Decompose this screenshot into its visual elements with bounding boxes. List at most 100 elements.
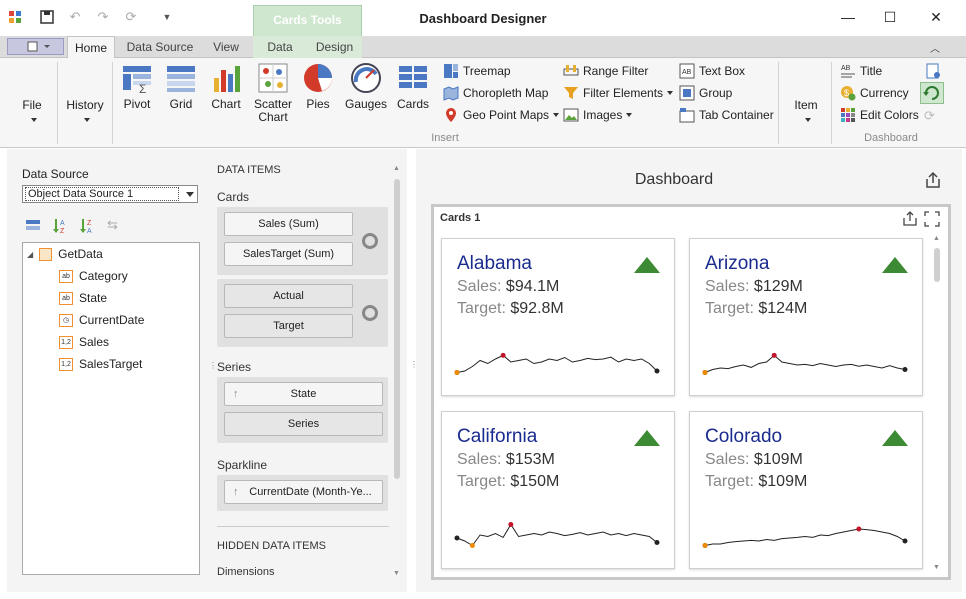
title-button[interactable]: AB Title [840,62,882,80]
card-california[interactable]: California Sales: $153M Target: $150M [441,411,675,569]
card-measure-sales[interactable]: Sales (Sum) [224,212,353,236]
dashboard-parameters-icon[interactable] [924,62,942,80]
tab-design[interactable]: Design [307,36,362,58]
svg-text:AB: AB [682,69,692,76]
text-box-button[interactable]: AB Text Box [679,62,745,80]
export-icon[interactable] [924,171,942,189]
card-alabama[interactable]: Alabama Sales: $94.1M Target: $92.8M [441,238,675,396]
svg-text:Σ: Σ [139,82,146,94]
sparkline-min-point [454,370,460,375]
file-label: File [22,98,42,112]
data-items-heading: DATA ITEMS [217,164,281,176]
maximize-button[interactable]: ☐ [878,9,902,27]
sort-ascending-icon[interactable]: AZ [52,217,72,235]
tree-field-category[interactable]: ab Category [59,266,128,286]
series-section-label: Series [217,360,252,374]
pies-button[interactable]: Pies [300,62,336,128]
refresh-field-list-icon[interactable]: ⇆ [107,217,127,235]
numeric-field-icon: 1,2 [59,357,73,371]
minimize-button[interactable]: — [836,9,860,27]
sparkline-currentdate-item[interactable]: ↑ CurrentDate (Month-Ye... [224,480,383,504]
tree-field-salestarget[interactable]: 1,2 SalesTarget [59,354,142,374]
file-menu-button[interactable] [7,38,64,55]
automatic-updates-icon[interactable] [920,82,944,104]
chart-button[interactable]: Chart [206,62,246,128]
sparkline-path [456,523,658,547]
sparkline-min-point [469,543,475,548]
card-target-placeholder[interactable]: Target [224,314,353,338]
field-list-tree[interactable]: ◢ GetData ab Category ab State ◷ CurrentDat… [22,242,200,575]
cards-scrollbar[interactable]: ▲ ▼ [932,235,942,571]
group-button[interactable]: Group [679,84,732,102]
card-state-name: California [457,426,538,447]
palette-icon [840,107,856,123]
sparkline-min-point [702,543,708,548]
pivot-icon: Σ [121,62,153,96]
sort-arrow-up-icon: ↑ [233,486,239,498]
history-label: History [66,98,104,112]
card-measure-group-2: Actual Target [217,279,388,347]
close-button[interactable]: ✕ [924,9,948,27]
sparkline-end-point [654,368,660,374]
scatter-chart-button[interactable]: Scatter Chart [250,62,296,128]
map-pin-icon [443,107,459,123]
tree-field-state[interactable]: ab State [59,288,107,308]
cards-dashboard-item[interactable]: Cards 1 ▲ ▼ Alabama Sales: $94.1M Target… [431,204,951,580]
chevron-down-icon [31,117,37,122]
item-export-icon[interactable] [902,211,918,227]
tab-container-button[interactable]: Tab Container [679,106,774,124]
chevron-down-icon [84,117,90,122]
tree-root-getdata[interactable]: ◢ GetData [27,244,103,264]
svg-text:Z: Z [87,220,92,227]
card-colorado[interactable]: Colorado Sales: $109M Target: $109M [689,411,923,569]
tree-field-currentdate[interactable]: ◷ CurrentDate [59,310,144,330]
dashboard-group-label: Dashboard [864,132,918,144]
edit-colors-button[interactable]: Edit Colors [840,106,919,124]
series-group: ↑ State Series [217,377,388,443]
data-items-scrollbar[interactable]: ▲ ▼ [393,165,401,577]
images-button[interactable]: Images [563,106,633,124]
geo-point-maps-button[interactable]: Geo Point Maps [443,106,560,124]
tree-field-sales[interactable]: 1,2 Sales [59,332,109,352]
range-filter-icon [563,63,579,79]
currency-button[interactable]: $ Currency [840,84,909,102]
series-state-item[interactable]: ↑ State [224,382,383,406]
treemap-button[interactable]: Treemap [443,62,511,80]
choropleth-map-icon [443,85,459,101]
sort-descending-icon[interactable]: ZA [79,217,99,235]
sparkline [454,522,660,548]
tab-data[interactable]: Data [253,36,307,58]
svg-text:Z: Z [60,228,65,235]
sparkline-max-point [500,352,506,358]
maximize-item-icon[interactable] [924,211,940,227]
trend-up-icon [634,257,660,273]
splitter-grip-icon[interactable]: ⋮ [209,361,217,370]
gear-icon[interactable] [362,233,378,249]
chevron-down-icon [805,117,811,122]
tab-data-source[interactable]: Data Source [122,36,198,58]
svg-text:A: A [87,228,92,235]
svg-text:$: $ [844,88,849,98]
update-icon[interactable]: ⟳ [924,108,942,126]
sparkline-group: ↑ CurrentDate (Month-Ye... [217,475,388,511]
dashboard-title: Dashboard [634,171,714,188]
tab-view[interactable]: View [206,36,246,58]
choropleth-map-button[interactable]: Choropleth Map [443,84,548,102]
data-source-combo[interactable]: Object Data Source 1 [22,185,198,203]
sort-arrow-up-icon: ↑ [233,388,239,400]
tab-home[interactable]: Home [67,36,115,59]
series-placeholder[interactable]: Series [224,412,383,436]
pivot-button[interactable]: Σ Pivot [117,62,157,128]
card-arizona[interactable]: Arizona Sales: $129M Target: $124M [689,238,923,396]
range-filter-button[interactable]: Range Filter [563,62,648,80]
gauges-button[interactable]: Gauges [344,62,388,128]
grid-button[interactable]: Grid [162,62,200,128]
group-by-type-icon[interactable] [24,217,44,235]
cards-button[interactable]: Cards [394,62,432,128]
card-actual-placeholder[interactable]: Actual [224,284,353,308]
card-measure-salestarget[interactable]: SalesTarget (Sum) [224,242,353,266]
gear-icon[interactable] [362,305,378,321]
card-state-name: Alabama [457,253,532,274]
filter-elements-button[interactable]: Filter Elements [563,84,674,102]
collapse-ribbon-icon[interactable]: ︿ [925,36,945,58]
